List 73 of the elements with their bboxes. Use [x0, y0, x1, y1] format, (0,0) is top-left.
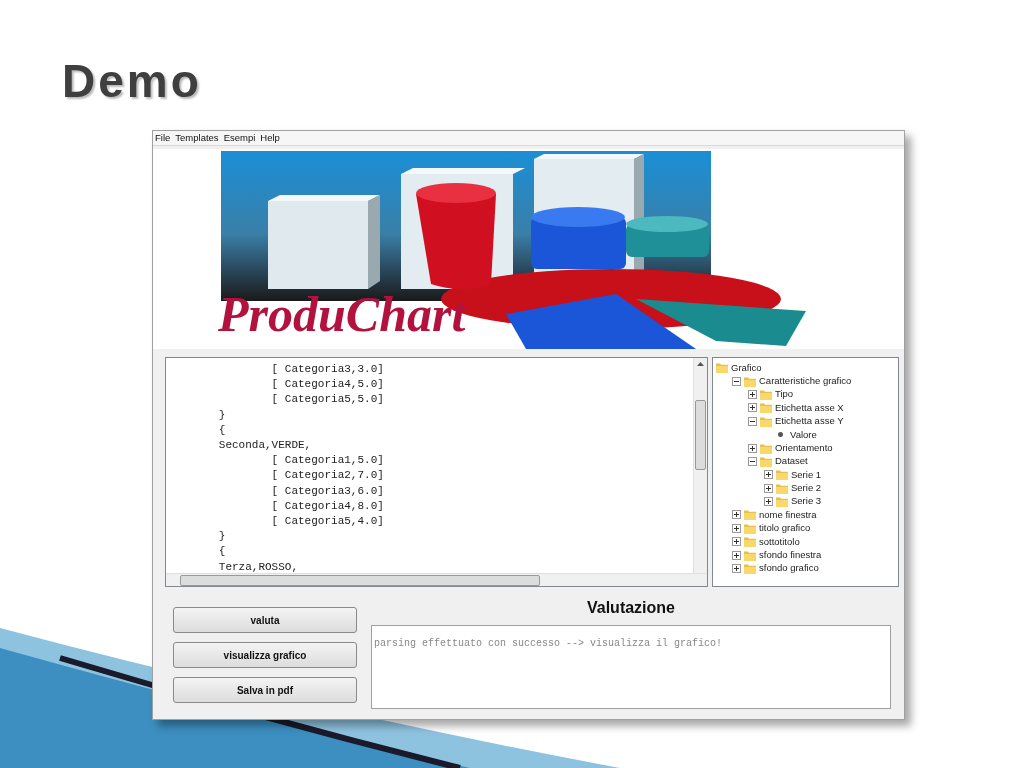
vertical-scrollbar[interactable] [693, 358, 707, 573]
folder-icon [776, 482, 788, 494]
tree-item[interactable]: Etichetta asse X [775, 400, 844, 415]
evaluation-title: Valutazione [587, 598, 675, 618]
code-line: } [217, 529, 227, 545]
expand-toggle[interactable] [732, 550, 741, 560]
folder-icon [744, 536, 756, 548]
code-line: Terza,ROSSO, [217, 559, 300, 573]
code-line: [ Categoria5,5.0] [270, 392, 385, 408]
tree-item[interactable]: Grafico [731, 360, 762, 375]
folder-icon [760, 442, 772, 454]
collapse-toggle[interactable] [748, 416, 757, 426]
folder-icon [744, 549, 756, 561]
tree-item[interactable]: sfondo finestra [759, 548, 822, 563]
code-editor[interactable]: [ Categoria3,3.0] [ Categoria4,5.0] [ Categoria5,5.0] } { Seconda,VERDE, [ Categoria1,5.0] [ Categoria2,7.0] [ Categoria3,6.0] [ Categoria4,8.0] [ Categoria5,4.0] } { Terza,ROSSO, [165, 357, 708, 587]
folder-icon [776, 496, 788, 508]
folder-icon [760, 455, 772, 467]
code-line: } [217, 407, 227, 423]
tree-item[interactable]: Caratteristiche grafico [759, 373, 852, 389]
collapse-toggle[interactable] [748, 456, 757, 466]
code-line: [ Categoria4,5.0] [270, 377, 385, 393]
folder-icon [744, 563, 756, 575]
expand-toggle[interactable] [732, 523, 741, 533]
tree-item[interactable]: Etichetta asse Y [775, 414, 844, 429]
tree-item[interactable]: Serie 2 [791, 481, 822, 496]
code-line: { [217, 422, 227, 438]
expand-toggle[interactable] [732, 564, 741, 574]
code-line: [ Categoria3,6.0] [270, 483, 385, 499]
code-line: { [217, 544, 227, 560]
tree-item[interactable]: titolo grafico [759, 521, 811, 536]
scroll-up-arrow-icon[interactable] [697, 362, 704, 366]
tree-item[interactable]: Orientamento [775, 440, 833, 456]
folder-icon [744, 509, 756, 521]
tree-item[interactable]: Serie 1 [791, 467, 822, 482]
action-button[interactable]: valuta [173, 607, 357, 633]
action-button[interactable]: visualizza grafico [173, 642, 357, 668]
expand-toggle[interactable] [748, 403, 757, 413]
expand-toggle[interactable] [732, 510, 741, 520]
horizontal-scrollbar[interactable] [166, 573, 707, 586]
tree-item[interactable]: sfondo grafico [759, 561, 819, 576]
tree-item[interactable]: nome finestra [759, 507, 817, 523]
menu-item[interactable]: File [155, 133, 171, 143]
expand-toggle[interactable] [748, 389, 757, 399]
folder-icon [760, 388, 772, 400]
expand-toggle[interactable] [732, 537, 741, 547]
menu-item[interactable]: Help [260, 133, 280, 143]
tree-item[interactable]: sottotitolo [759, 534, 800, 549]
code-line: [ Categoria5,4.0] [270, 514, 385, 530]
expand-toggle[interactable] [764, 470, 773, 480]
code-line: [ Categoria1,5.0] [270, 453, 385, 469]
code-line: [ Categoria3,3.0] [270, 362, 385, 377]
expand-toggle[interactable] [748, 443, 757, 453]
tree-item[interactable]: Serie 3 [791, 494, 822, 509]
folder-icon [716, 362, 728, 374]
action-button[interactable]: Salva in pdf [173, 677, 357, 703]
menu-item[interactable]: Esempi [223, 133, 256, 143]
folder-icon [760, 415, 772, 427]
menu-item[interactable]: Templates [175, 133, 219, 143]
collapse-toggle[interactable] [732, 376, 741, 386]
folder-icon [776, 469, 788, 481]
folder-icon [760, 402, 772, 414]
slide-title: Demo [62, 58, 203, 104]
code-line: [ Categoria4,8.0] [270, 498, 385, 514]
tree-item[interactable]: Valore [790, 427, 817, 442]
expand-toggle[interactable] [764, 483, 773, 493]
folder-icon [744, 522, 756, 534]
code-line: Seconda,VERDE, [217, 438, 313, 453]
code-line: [ Categoria2,7.0] [270, 468, 385, 484]
output-text: parsing effettuato con successo --> visualizza il grafico! [374, 638, 723, 649]
expand-toggle[interactable] [764, 497, 773, 507]
tree-item[interactable]: Tipo [775, 387, 794, 402]
tree-item[interactable]: Dataset [775, 454, 808, 469]
folder-icon [744, 375, 756, 387]
